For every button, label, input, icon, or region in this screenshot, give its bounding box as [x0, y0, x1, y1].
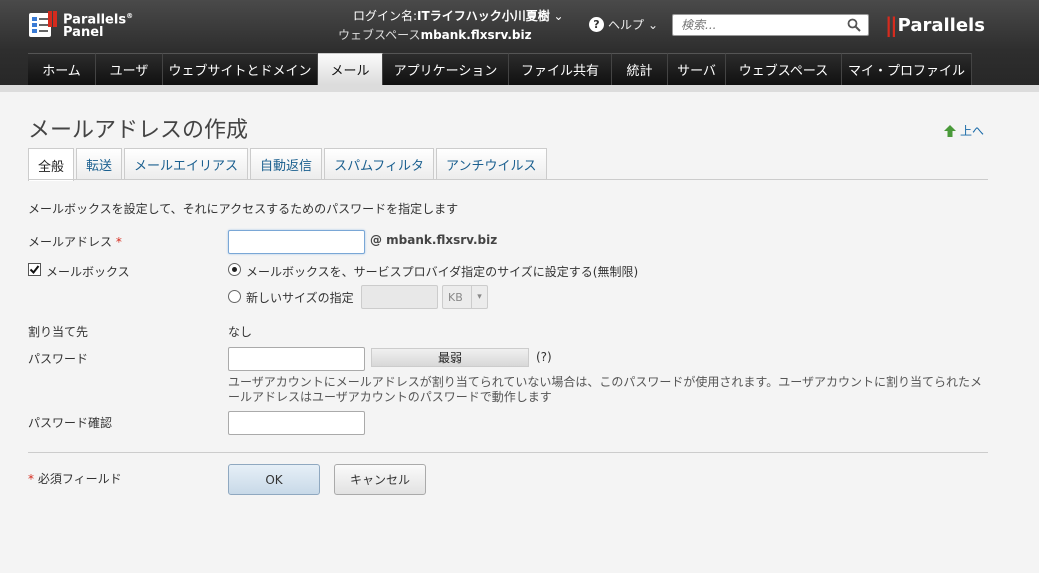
confirm-password-field[interactable] [228, 411, 365, 435]
login-info[interactable]: ログイン名:ITライフハック小川夏樹 ⌄ [353, 7, 564, 24]
login-user: ITライフハック小川夏樹 [417, 9, 550, 23]
search-icon[interactable] [847, 18, 861, 32]
tab-antivirus[interactable]: アンチウイルス [436, 148, 547, 180]
password-field[interactable] [228, 347, 365, 371]
required-mark: * [115, 235, 122, 249]
nav-bottom-bar [0, 85, 1039, 92]
nav-tab-applications[interactable]: アプリケーション [383, 53, 509, 85]
nav-tab-home[interactable]: ホーム [28, 53, 96, 85]
form-description: メールボックスを設定して、それにアクセスするためのパスワードを指定します [28, 202, 459, 216]
mailbox-checkbox[interactable] [28, 263, 41, 276]
logo-text: Parallels® Panel [63, 12, 134, 41]
mailbox-label: メールボックス [46, 265, 130, 279]
password-strength-meter: 最弱 [371, 348, 529, 367]
assign-value: なし [228, 325, 253, 339]
size-default-radio[interactable] [228, 263, 241, 276]
webspace-info: ウェブスペースmbank.flxsrv.biz [338, 28, 532, 42]
ok-button[interactable]: OK [228, 464, 320, 495]
help-icon: ? [589, 17, 604, 32]
form-tabs: 全般 転送 メールエイリアス 自動返信 スパムフィルタ アンチウイルス [28, 148, 549, 181]
nav-tab-users[interactable]: ユーザ [96, 53, 163, 85]
tab-forwarding[interactable]: 転送 [76, 148, 123, 180]
size-unit-select[interactable]: KB ▾ [442, 285, 488, 309]
nav-tab-server[interactable]: サーバ [668, 53, 726, 85]
nav-tab-websites-domains[interactable]: ウェブサイトとドメイン [163, 53, 318, 85]
password-help-icon[interactable]: (?) [536, 350, 552, 364]
login-label: ログイン名: [353, 9, 418, 23]
tab-mail-aliases[interactable]: メールエイリアス [124, 148, 249, 180]
size-custom-label: 新しいサイズの指定 [246, 291, 354, 305]
arrow-up-icon [944, 124, 956, 137]
parallels-brand-logo: || Parallels [885, 13, 985, 37]
parallels-panel-logo[interactable]: Parallels® Panel [28, 10, 133, 39]
password-note: ユーザアカウントにメールアドレスが割り当てられていない場合は、このパスワードが使… [228, 375, 982, 404]
chevron-down-icon: ⌄ [553, 9, 564, 23]
form-divider [28, 452, 988, 453]
email-domain-suffix: @ mbank.flxsrv.biz [370, 233, 498, 247]
assign-label: 割り当て先 [28, 325, 89, 339]
tab-general[interactable]: 全般 [28, 148, 75, 181]
tab-spam-filter[interactable]: スパムフィルタ [324, 148, 435, 180]
nav-tab-mail[interactable]: メール [318, 53, 383, 85]
main-nav: ホーム ユーザ ウェブサイトとドメイン メール アプリケーション ファイル共有 … [28, 53, 972, 85]
page-title: メールアドレスの作成 [28, 118, 249, 143]
nav-tab-statistics[interactable]: 統計 [612, 53, 668, 85]
confirm-password-label: パスワード確認 [28, 416, 113, 430]
top-header: Parallels® Panel ログイン名:ITライフハック小川夏樹 ⌄ ウェ… [0, 0, 1039, 92]
mailbox-size-input[interactable] [361, 285, 438, 309]
tab-auto-reply[interactable]: 自動返信 [250, 148, 323, 180]
nav-tab-file-sharing[interactable]: ファイル共有 [509, 53, 612, 85]
required-fields-note: * 必須フィールド [28, 472, 122, 486]
nav-tab-my-profile[interactable]: マイ・プロファイル [842, 53, 972, 85]
size-custom-radio[interactable] [228, 290, 241, 303]
cancel-button[interactable]: キャンセル [334, 464, 426, 495]
checkmark-icon [29, 265, 40, 275]
email-field[interactable] [228, 230, 365, 254]
nav-tab-webspace[interactable]: ウェブスペース [726, 53, 842, 85]
size-default-label: メールボックスを、サービスプロバイダ指定のサイズに設定する(無制限) [246, 265, 639, 279]
search-input[interactable] [673, 15, 843, 35]
search-box [672, 14, 869, 36]
email-label: メールアドレス * [28, 235, 122, 249]
chevron-down-icon: ▾ [471, 286, 487, 308]
parallels-bars-icon: || [885, 13, 898, 37]
up-level-link[interactable]: 上へ [943, 122, 984, 139]
help-menu[interactable]: ? ヘルプ ⌄ [589, 16, 658, 33]
panel-logo-icon [28, 10, 58, 39]
chevron-down-icon: ⌄ [648, 17, 659, 32]
password-label: パスワード [28, 352, 89, 366]
tab-divider [28, 179, 988, 180]
